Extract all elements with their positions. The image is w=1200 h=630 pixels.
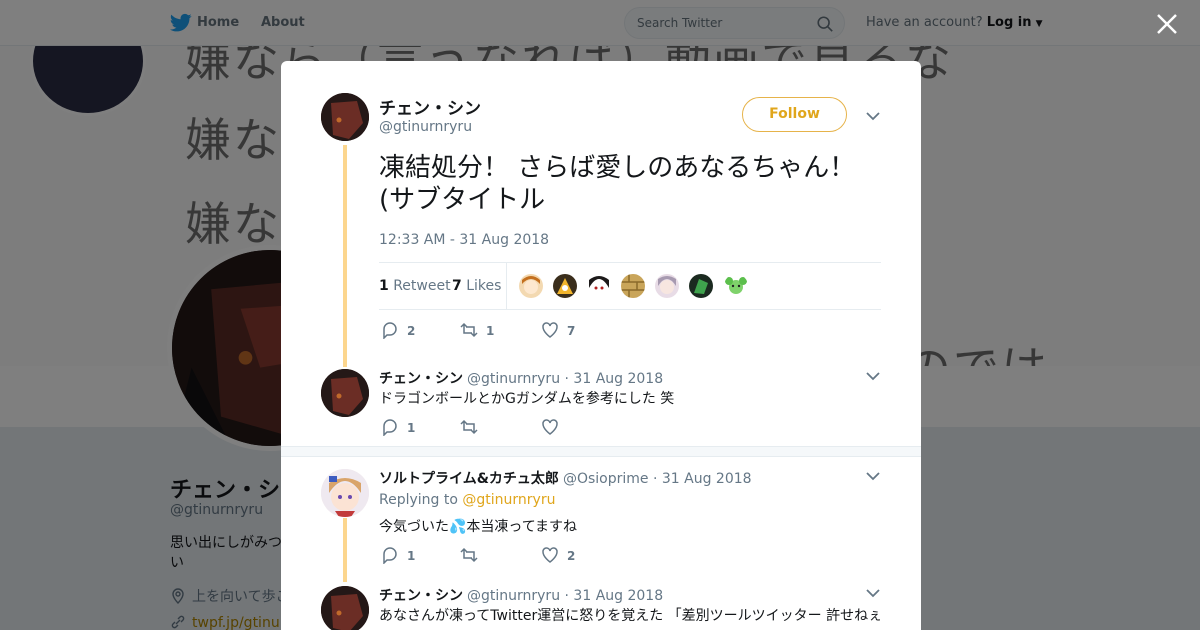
retweet-icon <box>460 419 478 435</box>
like-button[interactable]: 7 <box>541 321 575 339</box>
reply-count: 2 <box>407 324 416 338</box>
thread-line <box>343 145 347 367</box>
likes-stat-count: 7 <box>452 278 462 294</box>
reply-text: 今気づいた💦本当凍ってますね <box>379 519 578 535</box>
tweet-text: 凍結処分！ さらば愛しのあなるちゃん！ (サブタイトル <box>379 153 856 215</box>
likes-stat[interactable]: 7 Likes <box>452 278 501 294</box>
chevron-down-icon[interactable] <box>866 111 880 121</box>
retweet-button[interactable]: 1 <box>460 321 494 339</box>
liker-avatar[interactable] <box>621 274 646 298</box>
tweet-author-name[interactable]: チェン・シン <box>379 94 481 119</box>
replying-to-prefix: Replying to <box>379 492 458 508</box>
liker-avatar[interactable] <box>723 274 748 298</box>
reply-date[interactable]: · 31 Aug 2018 <box>565 371 664 387</box>
tweet-timestamp[interactable]: 12:33 AM - 31 Aug 2018 <box>379 232 549 248</box>
retweet-button[interactable] <box>460 546 486 564</box>
heart-icon <box>542 419 558 435</box>
heart-icon <box>542 547 558 563</box>
reply-avatar[interactable] <box>321 586 369 630</box>
reply-avatar[interactable] <box>321 469 369 517</box>
retweet-count: 1 <box>486 324 495 338</box>
reply-author-handle[interactable]: @gtinurnryru <box>467 371 560 387</box>
liker-avatar[interactable] <box>587 274 612 298</box>
like-button[interactable] <box>541 418 567 436</box>
reply-header: チェン・シン @gtinurnryru · 31 Aug 2018 <box>379 368 663 388</box>
heart-icon <box>542 322 558 338</box>
retweet-icon <box>460 547 478 563</box>
retweet-stat-count: 1 <box>379 278 389 294</box>
replying-to-link[interactable]: @gtinurnryru <box>462 492 555 508</box>
reply-header: チェン・シン @gtinurnryru · 31 Aug 2018 <box>379 585 663 605</box>
reply-author-handle[interactable]: @gtinurnryru <box>467 588 560 604</box>
like-button[interactable]: 2 <box>541 546 575 564</box>
chevron-down-icon[interactable] <box>866 471 880 481</box>
reply-header: ソルトプライム&カチュ太郎 @Osioprime · 31 Aug 2018 <box>379 468 752 488</box>
like-count: 7 <box>567 324 576 338</box>
stats-divider <box>506 263 507 310</box>
liker-avatars <box>519 274 753 300</box>
reply-author-handle[interactable]: @Osioprime <box>563 471 649 487</box>
reply-count: 1 <box>407 549 416 563</box>
reply-date[interactable]: · 31 Aug 2018 <box>565 588 664 604</box>
retweet-button[interactable] <box>460 418 486 436</box>
thread-line <box>343 518 347 582</box>
reply-author-name[interactable]: チェン・シン <box>379 588 463 604</box>
reply-icon <box>383 547 397 565</box>
replying-to: Replying to @gtinurnryru <box>379 492 555 508</box>
reply-icon <box>383 419 397 437</box>
reply-button[interactable]: 1 <box>381 546 416 565</box>
reply-author-name[interactable]: チェン・シン <box>379 371 463 387</box>
chevron-down-icon[interactable] <box>866 588 880 598</box>
follow-button[interactable]: Follow <box>742 97 847 132</box>
tweet-author-handle[interactable]: @gtinurnryru <box>379 119 472 135</box>
liker-avatar[interactable] <box>553 274 578 298</box>
close-icon[interactable] <box>1156 13 1178 35</box>
retweet-stat[interactable]: 1 Retweet <box>379 278 451 294</box>
likes-stat-label: Likes <box>466 278 502 294</box>
tweet-modal: チェン・シン @gtinurnryru Follow 凍結処分！ さらば愛しのあ… <box>281 61 921 630</box>
tweet-stats: 1 Retweet 7 Likes <box>379 262 881 310</box>
liker-avatar[interactable] <box>519 274 543 298</box>
reply-text: あなさんが凍ってTwitter運営に怒りを覚えた 「差別ツールツイッター 許せね… <box>379 608 883 624</box>
reply-icon <box>383 322 397 340</box>
reply-button[interactable]: 2 <box>381 321 416 340</box>
chevron-down-icon[interactable] <box>866 371 880 381</box>
reply-text: ドラゴンボールとかGガンダムを参考にした 笑 <box>379 391 675 407</box>
reply-count: 1 <box>407 421 416 435</box>
retweet-icon <box>460 322 478 338</box>
author-avatar[interactable] <box>321 93 369 141</box>
liker-avatar[interactable] <box>655 274 680 298</box>
liker-avatar[interactable] <box>689 274 714 298</box>
like-count: 2 <box>567 549 576 563</box>
reply-date[interactable]: · 31 Aug 2018 <box>653 471 752 487</box>
reply-avatar[interactable] <box>321 369 369 417</box>
reply-author-name[interactable]: ソルトプライム&カチュ太郎 <box>379 471 559 487</box>
retweet-stat-label: Retweet <box>393 278 451 294</box>
reply-button[interactable]: 1 <box>381 418 416 437</box>
conversation-separator <box>281 446 921 457</box>
